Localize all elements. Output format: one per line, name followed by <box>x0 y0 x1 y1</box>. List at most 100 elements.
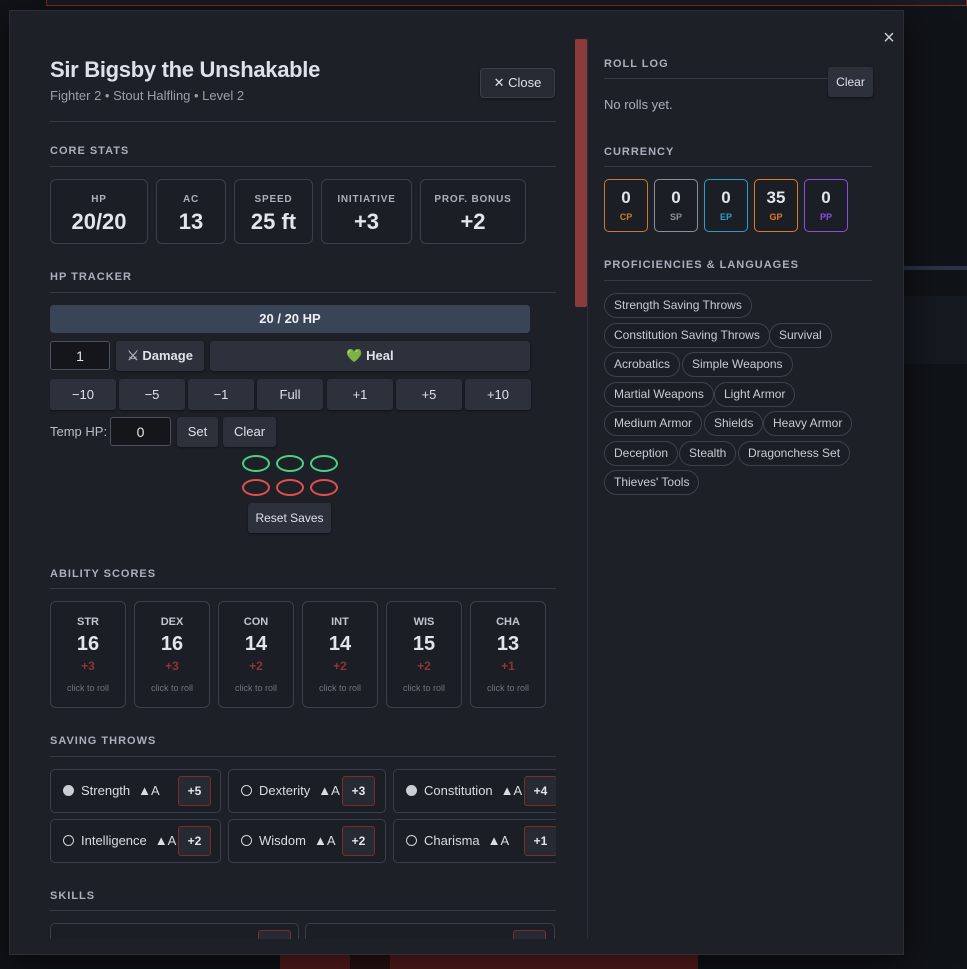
roll-log-clear-button[interactable]: Clear <box>828 67 873 97</box>
proficiency-chip: Shields <box>704 411 764 436</box>
skill-row[interactable] <box>305 923 555 939</box>
stat-value: +2 <box>460 209 486 234</box>
save-constitution[interactable]: Constitution ▲A +4 <box>393 769 556 813</box>
coin-gp[interactable]: 35 GP <box>754 179 798 232</box>
ability-card-con[interactable]: CON 14 +2 click to roll <box>218 601 294 708</box>
proficiency-chip: Thieves' Tools <box>604 470 700 495</box>
character-name: Sir Bigsby the Unshakable <box>50 57 321 82</box>
coin-ep[interactable]: 0 EP <box>704 179 748 232</box>
proficiency-chip: Acrobatics <box>604 352 681 377</box>
hp-minus-10-button[interactable]: −10 <box>50 379 116 410</box>
hp-minus-5-button[interactable]: −5 <box>119 379 185 410</box>
background-strip <box>904 266 967 270</box>
save-bonus-button[interactable]: +1 <box>524 826 556 856</box>
ability-abbr: INT <box>331 616 349 628</box>
ability-score: 16 <box>160 633 184 655</box>
ability-roll-hint: click to roll <box>318 683 361 693</box>
save-name: Strength <box>81 783 131 798</box>
stat-label: PROF. BONUS <box>434 194 512 205</box>
character-main-column: Sir Bigsby the Unshakable Fighter 2 • St… <box>50 11 556 939</box>
advantage-icon[interactable]: ▲A <box>314 833 336 848</box>
death-save-success[interactable] <box>242 455 270 472</box>
save-bonus-button[interactable]: +3 <box>342 776 375 806</box>
heal-button[interactable]: 💚 Heal <box>210 341 530 371</box>
ability-card-dex[interactable]: DEX 16 +3 click to roll <box>134 601 210 708</box>
close-button[interactable]: ✕ Close <box>480 68 555 98</box>
character-side-column: ROLL LOG Clear No rolls yet. CURRENCY 0 … <box>604 11 873 939</box>
ability-roll-hint: click to roll <box>486 683 529 693</box>
death-save-success[interactable] <box>276 455 304 472</box>
skill-row[interactable] <box>50 923 299 939</box>
ability-modifier: +3 <box>81 659 95 673</box>
save-bonus-button[interactable]: +2 <box>178 826 211 856</box>
hp-minus-1-button[interactable]: −1 <box>188 379 254 410</box>
save-strength[interactable]: Strength ▲A +5 <box>50 769 221 813</box>
save-dexterity[interactable]: Dexterity ▲A +3 <box>228 769 386 813</box>
divider <box>50 166 556 167</box>
death-save-failure[interactable] <box>276 479 304 496</box>
divider <box>50 121 556 122</box>
hp-bar-text: 20 / 20 HP <box>259 311 321 326</box>
advantage-icon[interactable]: ▲A <box>138 783 160 798</box>
stat-label: HP <box>91 194 107 205</box>
advantage-icon[interactable]: ▲A <box>318 783 340 798</box>
temp-hp-input[interactable] <box>110 417 171 446</box>
coin-pp[interactable]: 0 PP <box>804 179 848 232</box>
coin-cp[interactable]: 0 CP <box>604 179 648 232</box>
hp-full-button[interactable]: Full <box>257 379 323 410</box>
saving-throws-title: SAVING THROWS <box>50 735 157 747</box>
hp-plus-1-button[interactable]: +1 <box>327 379 393 410</box>
ability-card-cha[interactable]: CHA 13 +1 click to roll <box>470 601 546 708</box>
skill-bonus-button[interactable] <box>513 930 546 939</box>
ability-card-str[interactable]: STR 16 +3 click to roll <box>50 601 126 708</box>
advantage-icon[interactable]: ▲A <box>501 783 523 798</box>
save-charisma[interactable]: Charisma ▲A +1 <box>393 819 556 863</box>
coin-label: SP <box>669 212 682 222</box>
ability-card-wis[interactable]: WIS 15 +2 click to roll <box>386 601 462 708</box>
hp-plus-10-button[interactable]: +10 <box>465 379 531 410</box>
roll-log-empty: No rolls yet. <box>604 97 673 112</box>
save-wisdom[interactable]: Wisdom ▲A +2 <box>228 819 386 863</box>
scrollbar-thumb[interactable] <box>575 39 587 307</box>
core-stats-title: CORE STATS <box>50 145 130 157</box>
ability-modifier: +2 <box>249 659 263 673</box>
divider <box>604 166 872 167</box>
reset-saves-button[interactable]: Reset Saves <box>248 503 331 533</box>
save-bonus-button[interactable]: +5 <box>178 776 211 806</box>
death-save-success[interactable] <box>310 455 338 472</box>
close-button-label: Close <box>508 75 542 90</box>
save-intelligence[interactable]: Intelligence ▲A +2 <box>50 819 221 863</box>
proficiency-dot <box>406 835 417 846</box>
advantage-icon[interactable]: ▲A <box>488 833 510 848</box>
ability-roll-hint: click to roll <box>66 683 109 693</box>
coin-sp[interactable]: 0 SP <box>654 179 698 232</box>
stat-card-initiative: INITIATIVE +3 <box>321 179 412 244</box>
proficiency-chip: Constitution Saving Throws <box>604 323 770 348</box>
background-strip <box>904 296 967 364</box>
save-name: Intelligence <box>81 833 147 848</box>
currency-title: CURRENCY <box>604 146 675 158</box>
ability-roll-hint: click to roll <box>234 683 277 693</box>
advantage-icon[interactable]: ▲A <box>155 833 177 848</box>
proficiency-chip: Martial Weapons <box>604 382 714 407</box>
skill-bonus-button[interactable] <box>258 930 291 939</box>
ability-abbr: STR <box>77 616 99 628</box>
proficiency-dot <box>63 835 74 846</box>
ability-abbr: CON <box>243 616 269 628</box>
temp-hp-clear-button[interactable]: Clear <box>223 417 276 447</box>
modal-close-icon[interactable]: × <box>878 27 900 49</box>
damage-button[interactable]: ⚔ Damage <box>116 341 204 371</box>
temp-hp-set-button[interactable]: Set <box>177 417 218 447</box>
hp-plus-5-button[interactable]: +5 <box>396 379 462 410</box>
hp-amount-input[interactable] <box>50 341 110 370</box>
proficiency-chip: Simple Weapons <box>682 352 793 377</box>
death-save-failure[interactable] <box>242 479 270 496</box>
ability-abbr: DEX <box>160 616 184 628</box>
ability-card-int[interactable]: INT 14 +2 click to roll <box>302 601 378 708</box>
heal-button-label: Heal <box>366 348 394 363</box>
save-bonus-button[interactable]: +4 <box>524 776 556 806</box>
save-name: Constitution <box>424 783 493 798</box>
coin-value: 35 <box>766 188 786 207</box>
death-save-failure[interactable] <box>310 479 338 496</box>
save-bonus-button[interactable]: +2 <box>342 826 375 856</box>
